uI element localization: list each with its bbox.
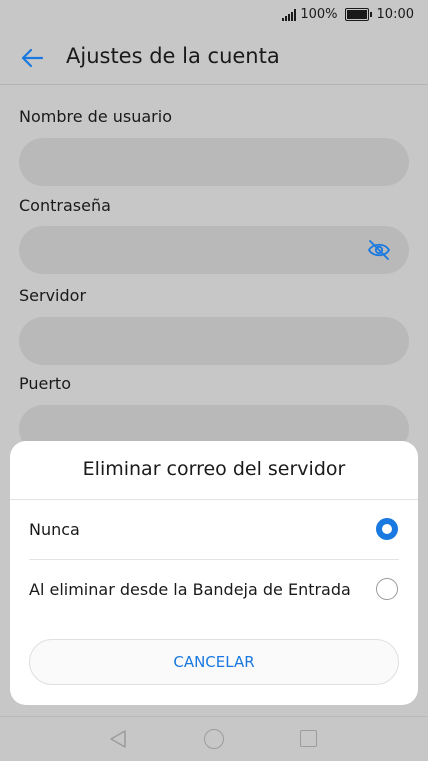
username-label: Nombre de usuario	[19, 107, 172, 126]
eye-off-icon[interactable]	[367, 239, 391, 261]
option-divider	[29, 559, 399, 560]
battery-fill	[346, 10, 367, 19]
password-field[interactable]	[19, 226, 409, 274]
server-field[interactable]	[19, 317, 409, 365]
status-bar: 100% 10:00	[0, 0, 428, 30]
clock: 10:00	[376, 7, 414, 22]
delete-mail-dialog: Eliminar correo del servidor Nunca Al el…	[10, 441, 418, 705]
status-indicators: 100% 10:00	[282, 7, 414, 22]
dialog-title: Eliminar correo del servidor	[82, 458, 346, 480]
page-title: Ajustes de la cuenta	[66, 44, 280, 68]
nav-recent-icon[interactable]	[300, 730, 317, 747]
option-label: Nunca	[29, 520, 80, 539]
port-label: Puerto	[19, 374, 71, 393]
battery-icon	[344, 8, 372, 21]
option-label: Al eliminar desde la Bandeja de Entrada	[29, 580, 351, 599]
signal-icon	[282, 8, 297, 21]
dialog-divider	[10, 499, 418, 500]
option-never[interactable]: Nunca	[10, 501, 418, 559]
option-on-delete-from-inbox[interactable]: Al eliminar desde la Bandeja de Entrada	[10, 561, 418, 619]
username-field[interactable]	[19, 138, 409, 186]
password-label: Contraseña	[19, 196, 111, 215]
cancel-button[interactable]: CANCELAR	[29, 639, 399, 685]
back-arrow-icon[interactable]	[18, 44, 46, 72]
app-bar: Ajustes de la cuenta	[0, 30, 428, 85]
server-label: Servidor	[19, 286, 87, 305]
nav-home-icon[interactable]	[204, 729, 224, 749]
radio-unselected-icon[interactable]	[376, 578, 398, 600]
battery-percent: 100%	[300, 7, 338, 22]
navigation-bar	[0, 716, 428, 761]
nav-back-icon[interactable]	[109, 729, 127, 749]
radio-selected-icon[interactable]	[376, 518, 398, 540]
